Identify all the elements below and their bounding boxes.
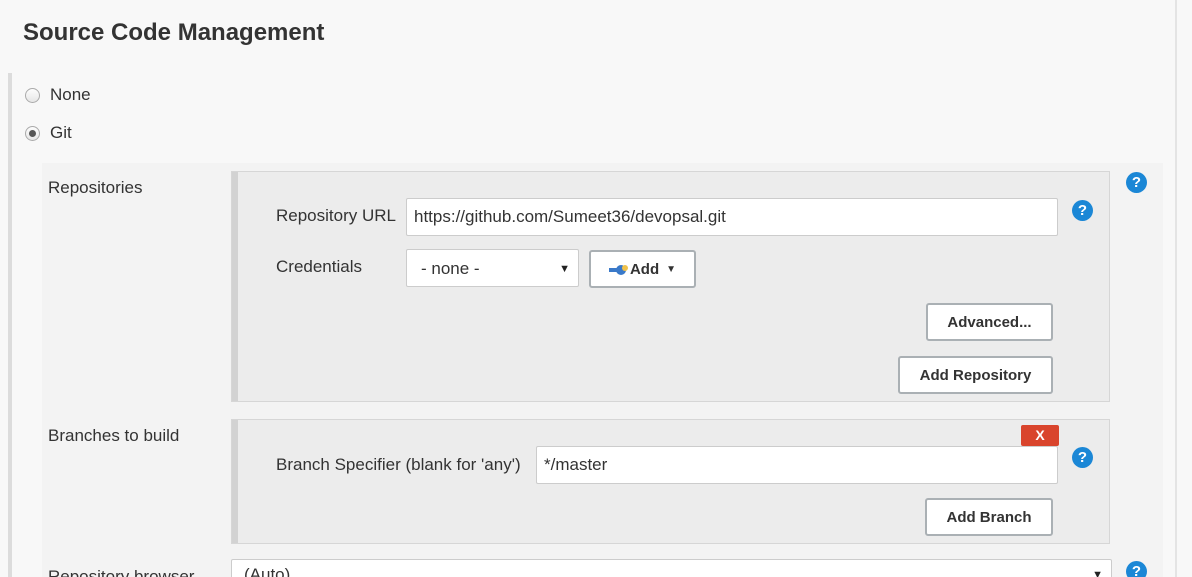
repository-url-input[interactable]	[406, 198, 1058, 236]
radio-git[interactable]	[25, 125, 40, 141]
repositories-help-icon[interactable]: ?	[1126, 172, 1147, 193]
radio-none[interactable]	[25, 87, 40, 103]
scm-option-git[interactable]: Git	[25, 123, 72, 143]
add-credentials-label: Add	[629, 260, 660, 278]
repository-browser-select[interactable]: (Auto) ▼	[231, 559, 1112, 577]
branch-specifier-help-icon[interactable]: ?	[1072, 447, 1093, 468]
credentials-caret-icon: ▼	[559, 263, 570, 275]
add-credentials-caret-icon: ▼	[666, 263, 677, 275]
credentials-select[interactable]: - none - ▼	[406, 249, 579, 287]
page-right-border	[1175, 0, 1177, 577]
credentials-label: Credentials	[276, 257, 362, 276]
repository-browser-help-icon[interactable]: ?	[1126, 561, 1147, 577]
add-credentials-button[interactable]: Add ▼	[589, 250, 696, 288]
scm-option-none[interactable]: None	[25, 85, 91, 105]
delete-branch-button[interactable]: X	[1021, 425, 1059, 446]
credentials-select-value: - none -	[421, 259, 480, 278]
section-title: Source Code Management	[23, 19, 325, 46]
advanced-button[interactable]: Advanced...	[926, 303, 1053, 341]
repository-url-help-icon[interactable]: ?	[1072, 200, 1093, 221]
branch-specifier-label: Branch Specifier (blank for 'any')	[276, 455, 521, 474]
branch-group-stripe	[232, 420, 238, 543]
repository-url-label: Repository URL	[276, 206, 396, 225]
radio-git-label: Git	[50, 123, 72, 142]
branch-specifier-input[interactable]	[536, 446, 1058, 484]
repository-browser-value: (Auto)	[244, 565, 291, 577]
add-branch-button[interactable]: Add Branch	[925, 498, 1053, 536]
branches-label: Branches to build	[48, 426, 180, 445]
key-icon	[608, 263, 629, 275]
repository-browser-label: Repository browser	[48, 567, 195, 577]
add-repository-button[interactable]: Add Repository	[898, 356, 1053, 394]
repository-browser-caret-icon: ▼	[1092, 569, 1103, 577]
repositories-label: Repositories	[48, 178, 143, 197]
repository-group-stripe	[232, 172, 238, 401]
radio-none-label: None	[50, 85, 91, 104]
section-left-bar	[8, 73, 12, 577]
